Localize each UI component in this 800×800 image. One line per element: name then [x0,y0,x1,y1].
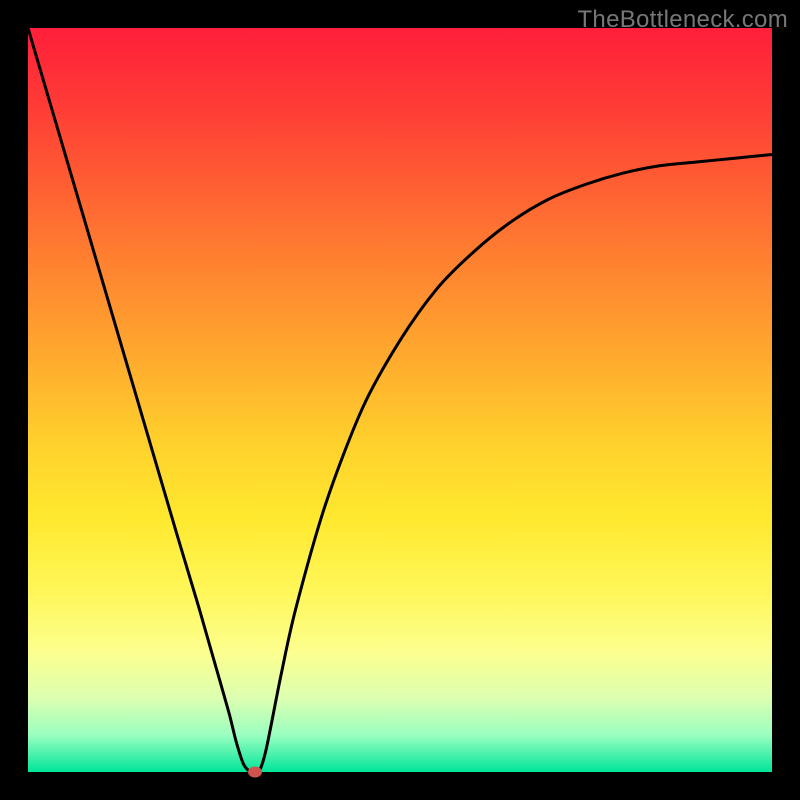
optimal-point-marker [248,767,262,778]
curve-layer [28,28,772,772]
bottleneck-curve [28,28,772,772]
plot-area [28,28,772,772]
chart-stage: TheBottleneck.com [0,0,800,800]
watermark-text: TheBottleneck.com [577,6,788,34]
